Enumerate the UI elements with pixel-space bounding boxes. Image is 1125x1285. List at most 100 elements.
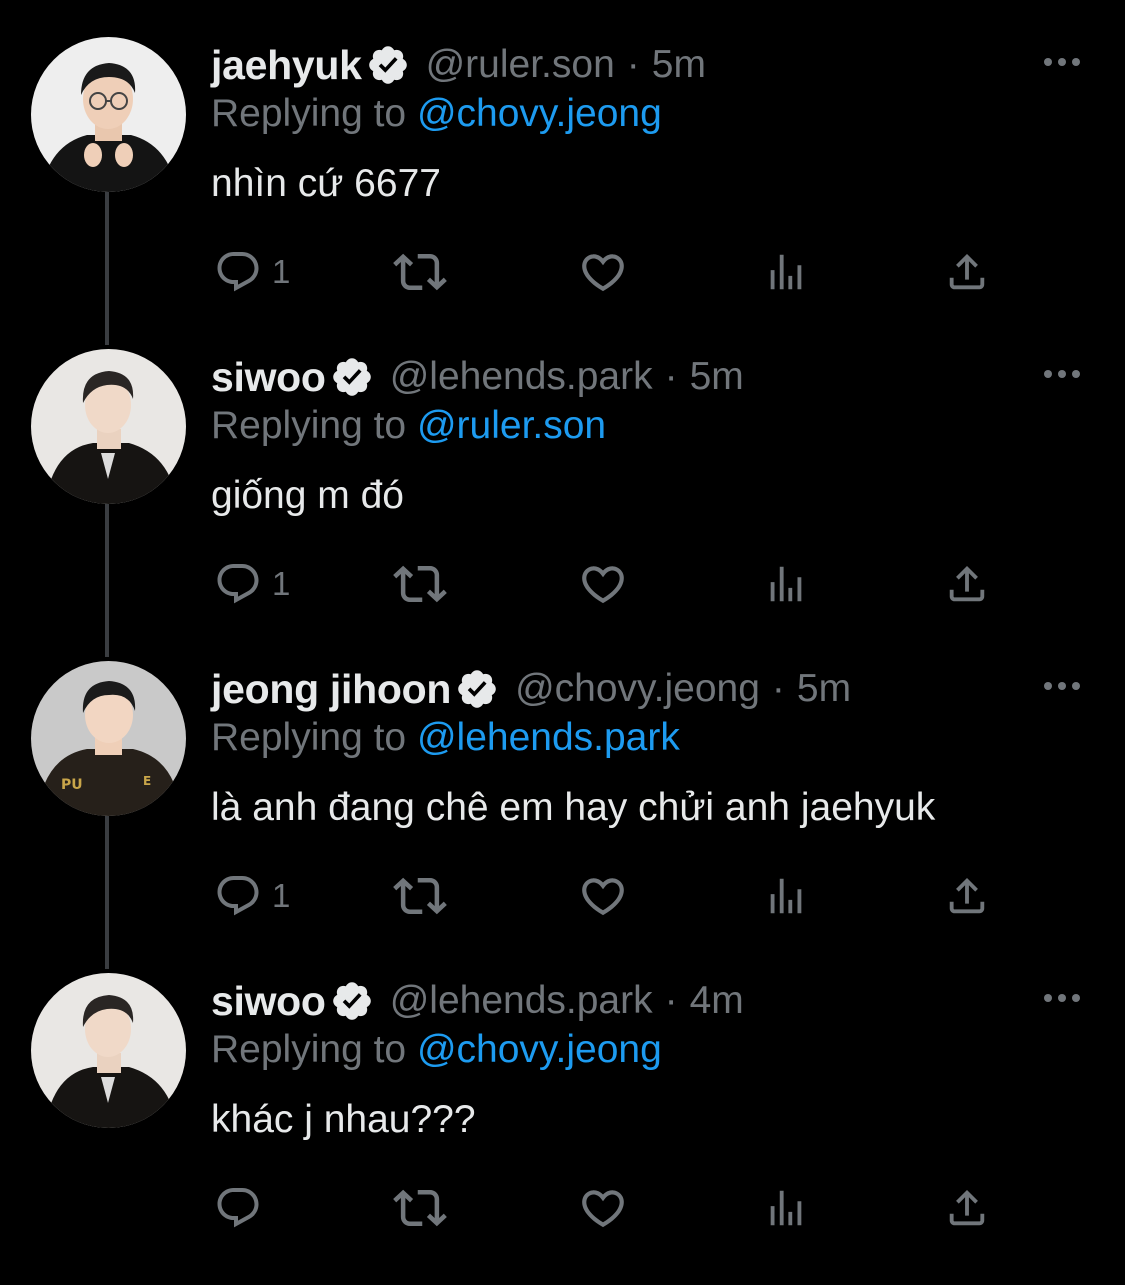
retweet-icon	[393, 1189, 447, 1227]
like-icon	[582, 566, 624, 604]
reply-count: 1	[272, 877, 291, 914]
tweet[interactable]: PU E jeong jihoon @chovy.jeong · 5m Repl…	[0, 661, 1125, 973]
more-options-icon[interactable]	[1043, 681, 1081, 691]
share-icon	[949, 877, 985, 914]
views-button[interactable]	[763, 242, 809, 302]
retweet-button[interactable]	[393, 554, 447, 614]
user-handle[interactable]: @ruler.son	[426, 43, 615, 87]
share-button[interactable]	[944, 1178, 990, 1238]
like-button[interactable]	[578, 554, 628, 614]
like-icon	[582, 1190, 624, 1228]
tweet-text: khác j nhau???	[211, 1098, 476, 1141]
tweet-actions	[0, 1178, 1125, 1238]
verified-badge-icon	[455, 667, 499, 711]
replying-to-label: Replying to	[211, 716, 417, 759]
display-name[interactable]: jeong jihoon	[211, 666, 451, 713]
reply-icon	[217, 1188, 259, 1228]
reply-count: 1	[272, 565, 291, 602]
separator-dot: ·	[626, 43, 640, 86]
replying-to: Replying to @chovy.jeong	[211, 1028, 662, 1072]
replying-to-link[interactable]: @ruler.son	[417, 404, 606, 447]
retweet-button[interactable]	[393, 242, 447, 302]
retweet-icon	[393, 565, 447, 603]
display-name[interactable]: jaehyuk	[211, 42, 362, 89]
more-options-icon[interactable]	[1043, 57, 1081, 67]
display-name[interactable]: siwoo	[211, 978, 326, 1025]
reply-button[interactable]	[214, 1178, 272, 1238]
tweet-actions: 1	[0, 866, 1125, 926]
views-icon	[770, 566, 802, 602]
views-icon	[770, 878, 802, 914]
share-button[interactable]	[944, 242, 990, 302]
timestamp[interactable]: 4m	[690, 979, 744, 1023]
reply-icon	[217, 876, 259, 916]
reply-button[interactable]: 1	[214, 554, 290, 614]
replying-to-link[interactable]: @chovy.jeong	[417, 92, 662, 135]
avatar[interactable]	[31, 973, 186, 1128]
replying-to-link[interactable]: @chovy.jeong	[417, 1028, 662, 1071]
more-options-icon[interactable]	[1043, 993, 1081, 1003]
like-icon	[582, 254, 624, 292]
avatar[interactable]: PU E	[31, 661, 186, 816]
views-button[interactable]	[763, 554, 809, 614]
verified-badge-icon	[330, 355, 374, 399]
replying-to: Replying to @lehends.park	[211, 716, 680, 760]
views-icon	[770, 254, 802, 290]
share-icon	[949, 253, 985, 290]
share-icon	[949, 1189, 985, 1226]
views-button[interactable]	[763, 1178, 809, 1238]
user-handle[interactable]: @chovy.jeong	[515, 667, 760, 711]
like-button[interactable]	[578, 1178, 628, 1238]
reply-count: 1	[272, 253, 291, 290]
verified-badge-icon	[366, 43, 410, 87]
share-button[interactable]	[944, 554, 990, 614]
avatar[interactable]	[31, 349, 186, 504]
tweet-text: nhìn cứ 6677	[211, 162, 441, 205]
replying-to-label: Replying to	[211, 92, 417, 135]
avatar[interactable]	[31, 37, 186, 192]
replying-to-link[interactable]: @lehends.park	[417, 716, 680, 759]
replying-to-label: Replying to	[211, 1028, 417, 1071]
svg-text:PU: PU	[61, 777, 83, 793]
share-button[interactable]	[944, 866, 990, 926]
tweet-header: jeong jihoon @chovy.jeong · 5m	[211, 665, 851, 713]
verified-badge-icon	[330, 979, 374, 1023]
more-options-icon[interactable]	[1043, 369, 1081, 379]
reply-button[interactable]: 1	[214, 866, 290, 926]
tweet-text: là anh đang chê em hay chửi anh jaehyuk	[211, 786, 936, 829]
like-button[interactable]	[578, 242, 628, 302]
timestamp[interactable]: 5m	[797, 667, 851, 711]
retweet-button[interactable]	[393, 1178, 447, 1238]
views-icon	[770, 1190, 802, 1226]
tweet-header: siwoo @lehends.park · 4m	[211, 977, 744, 1025]
replying-to: Replying to @ruler.son	[211, 404, 606, 448]
tweet-actions: 1	[0, 554, 1125, 614]
retweet-icon	[393, 253, 447, 291]
share-icon	[949, 565, 985, 602]
timestamp[interactable]: 5m	[690, 355, 744, 399]
tweet[interactable]: siwoo @lehends.park · 5m Replying to @ru…	[0, 349, 1125, 661]
retweet-button[interactable]	[393, 866, 447, 926]
tweet[interactable]: siwoo @lehends.park · 4m Replying to @ch…	[0, 973, 1125, 1285]
tweet-header: jaehyuk @ruler.son · 5m	[211, 41, 706, 89]
user-handle[interactable]: @lehends.park	[390, 355, 653, 399]
like-button[interactable]	[578, 866, 628, 926]
replying-to: Replying to @chovy.jeong	[211, 92, 662, 136]
tweet-header: siwoo @lehends.park · 5m	[211, 353, 744, 401]
tweet-text: giống m đó	[211, 474, 404, 517]
reply-icon	[217, 564, 259, 604]
reply-icon	[217, 252, 259, 292]
retweet-icon	[393, 877, 447, 915]
like-icon	[582, 878, 624, 916]
timestamp[interactable]: 5m	[652, 43, 706, 87]
tweet[interactable]: jaehyuk @ruler.son · 5m Replying to @cho…	[0, 37, 1125, 349]
reply-button[interactable]: 1	[214, 242, 290, 302]
views-button[interactable]	[763, 866, 809, 926]
separator-dot: ·	[664, 979, 678, 1022]
replying-to-label: Replying to	[211, 404, 417, 447]
separator-dot: ·	[664, 355, 678, 398]
user-handle[interactable]: @lehends.park	[390, 979, 653, 1023]
separator-dot: ·	[771, 667, 785, 710]
svg-text:E: E	[143, 774, 151, 788]
display-name[interactable]: siwoo	[211, 354, 326, 401]
